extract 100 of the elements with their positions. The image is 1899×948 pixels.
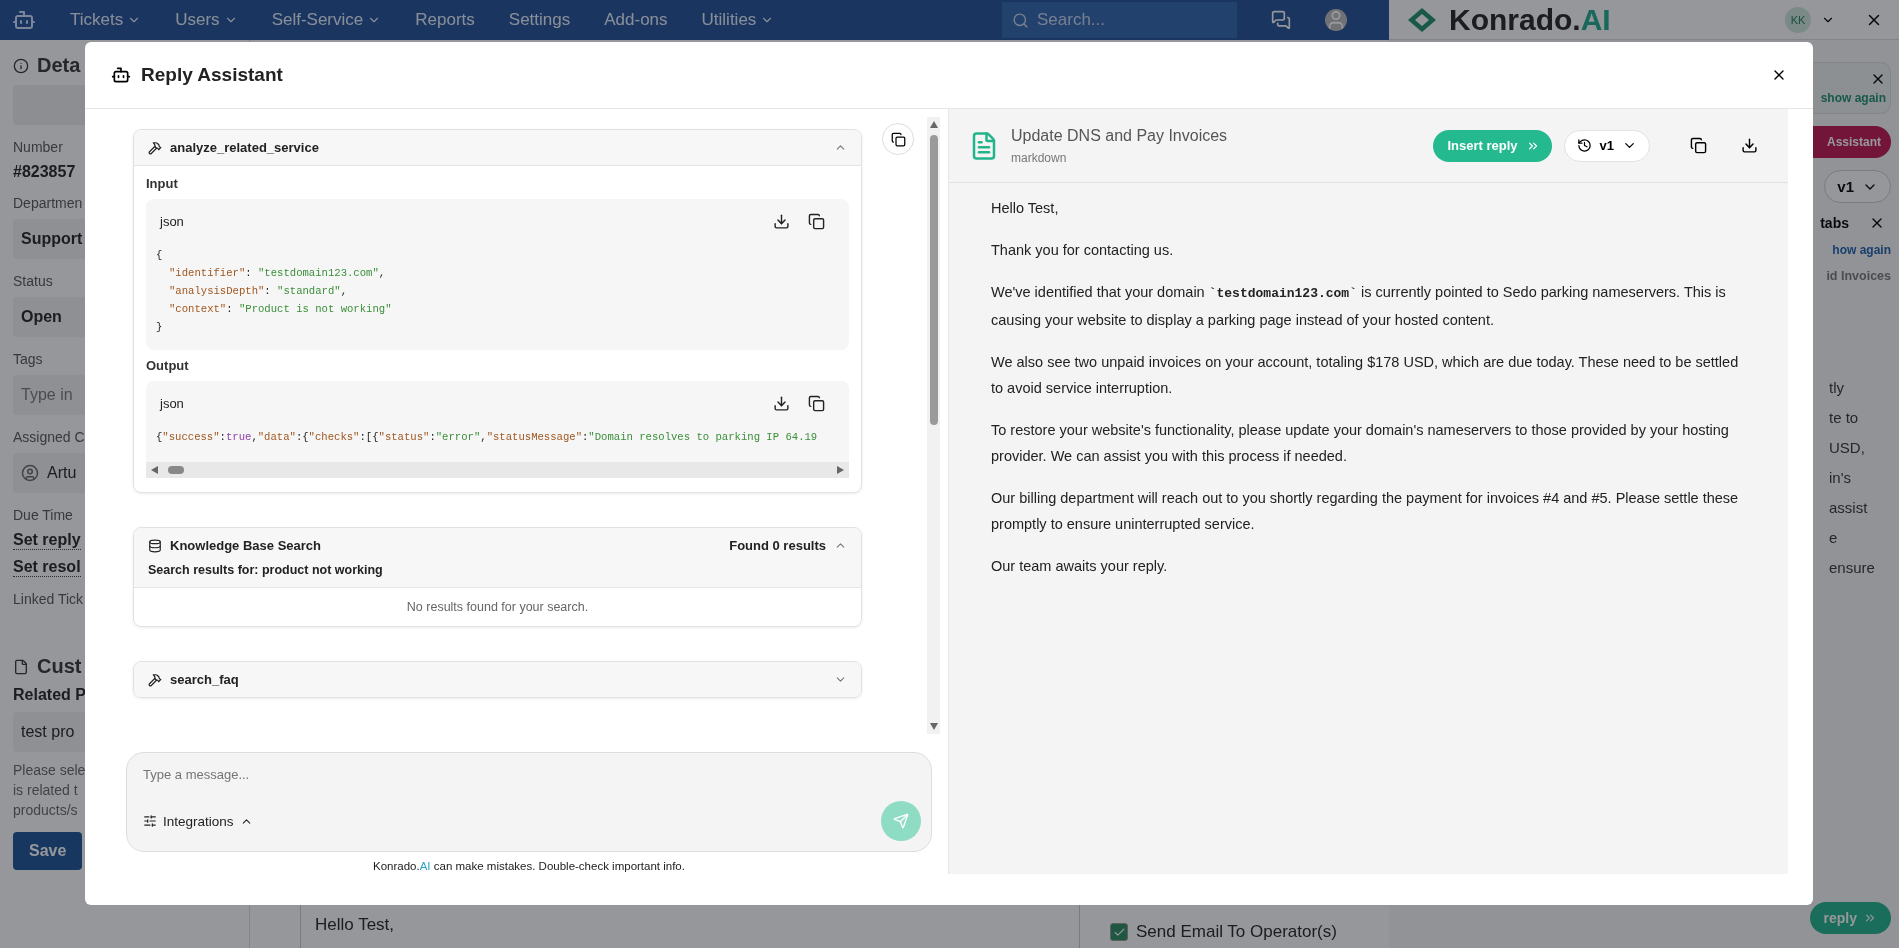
scroll-down-arrow-icon[interactable] (929, 722, 938, 731)
vertical-scrollbar[interactable] (927, 117, 940, 734)
reply-text-line: tly (1829, 378, 1844, 398)
reply-text-line: te to (1829, 408, 1859, 428)
user-avatar[interactable]: KK (1785, 6, 1811, 33)
search-icon (1012, 11, 1029, 29)
code-line: "context": "Product is not working" (169, 302, 392, 317)
nav-menu-item[interactable]: Self-Service (271, 10, 382, 30)
scroll-up-arrow-icon[interactable] (929, 120, 938, 129)
field-label: Tags (13, 351, 43, 367)
section-label: Output (146, 358, 189, 373)
integrations-button[interactable]: Integrations (143, 813, 253, 829)
code-line: { (156, 248, 163, 263)
message-input[interactable]: Type a message... (143, 767, 921, 782)
reply-text-line: USD, (1829, 438, 1865, 458)
copy-button[interactable] (882, 123, 914, 155)
reply-paragraph: Our team awaits your reply. (991, 557, 1169, 576)
card-title: Knowledge Base Search (170, 538, 321, 553)
nav-menu-item[interactable]: Tickets (70, 10, 142, 30)
nav-menu-item[interactable]: Users (175, 10, 238, 30)
history-icon (1576, 138, 1592, 153)
download-icon[interactable] (773, 395, 790, 412)
search-query: Search results for: product not working (134, 563, 861, 588)
sliders-icon (143, 814, 157, 828)
reply-button[interactable]: reply (1809, 902, 1891, 934)
code-line: {"success":true,"data":{"checks":[{"status":"error","statusMessage":"Domain resolves to parking IP 64.19 (156, 430, 818, 445)
field-label: Departmen (13, 195, 83, 211)
scroll-left-arrow-icon[interactable] (150, 465, 158, 475)
copy-icon (1690, 137, 1707, 154)
nav-menu-item[interactable]: Settings (508, 10, 571, 30)
download-icon (1741, 137, 1758, 154)
code-line: "analysisDepth": "standard", (169, 284, 347, 299)
copy-icon (890, 131, 906, 147)
show-again-link[interactable]: how again (1832, 243, 1891, 257)
double-chevron-right-icon (1863, 911, 1877, 925)
robot-icon (111, 65, 131, 85)
results-count: Found 0 results (729, 538, 826, 553)
send-icon (893, 813, 909, 829)
nav-menu-item[interactable]: Utilities (701, 10, 775, 30)
save-button[interactable]: Save (13, 832, 83, 870)
reply-paragraph: Thank you for contacting us. (991, 241, 1175, 260)
scrollbar-thumb[interactable] (168, 466, 184, 474)
insert-reply-button[interactable]: Insert reply (1433, 129, 1552, 162)
nav-menu-item[interactable]: Reports (415, 10, 475, 30)
code-language: json (160, 214, 184, 229)
code-line: "identifier": "testdomain123.com", (169, 266, 386, 281)
field-label: Due Time (13, 507, 73, 523)
document-format: markdown (1011, 150, 1067, 165)
reply-paragraph: Hello Test, (991, 199, 1060, 218)
nav-menu-item[interactable]: Add-ons (604, 10, 668, 30)
ticket-number: #823857 (13, 163, 76, 181)
field-label: Related P (13, 686, 86, 704)
reply-text-line: assist (1829, 498, 1868, 518)
send-email-checkbox[interactable]: Send Email To Operator(s) (1110, 922, 1337, 942)
disclaimer-text: Konrado.AI can make mistakes. Double-check important info. (373, 860, 685, 872)
search-field[interactable]: Search... (1002, 2, 1237, 38)
reply-paragraph: To restore your website's functionality, please update your domain's nameservers to those provided by your hosting provider. We can assist you with this process if needed. (991, 421, 1730, 466)
reply-text-line: e (1829, 528, 1838, 548)
version-dropdown[interactable]: v1 (1563, 129, 1650, 162)
chat-icon[interactable] (1271, 10, 1291, 30)
hammer-icon (148, 140, 162, 155)
tab[interactable]: id Invoices (1826, 269, 1891, 283)
reply-text-line: ensure (1829, 558, 1875, 578)
card-title: analyze_related_service (170, 140, 319, 155)
section-title: Deta (37, 54, 81, 77)
code-line: } (156, 320, 163, 335)
user-icon (21, 464, 39, 482)
download-icon[interactable] (773, 213, 790, 230)
due-time-link[interactable]: Set resol (13, 558, 81, 577)
brand-name: Konrado.AI (1449, 2, 1611, 37)
section-title: Cust (37, 655, 82, 678)
horizontal-scrollbar[interactable] (146, 462, 849, 478)
info-icon (13, 57, 29, 74)
empty-message: No results found for your search. (405, 599, 590, 616)
help-text: Please sele is related t products/s (13, 761, 86, 820)
reply-text-line: in's (1829, 468, 1852, 488)
hammer-icon (148, 672, 162, 687)
section-label: Input (146, 176, 178, 191)
reply-paragraph: Our billing department will reach out to you shortly regarding the payment for invoices #4 and #5. Please settle these promptly to ensure uninterrupted service. (991, 489, 1740, 534)
reply-paragraph: We've identified that your domain `testdomain123.com` is currently pointed to Sedo parking nameservers. This is causing your website to display a parking page instead of your hosted content. (991, 283, 1727, 330)
scroll-right-arrow-icon[interactable] (837, 465, 845, 475)
reply-paragraph: We also see two unpaid invoices on your account, totaling $178 USD, which are due today. These need to be settled to avoid service interruption. (991, 353, 1740, 398)
dialog-title: Reply Assistant (141, 64, 283, 86)
copy-icon[interactable] (808, 213, 825, 230)
field-label: Number (13, 139, 63, 155)
field-label: Status (13, 273, 53, 289)
due-time-link[interactable]: Set reply (13, 531, 81, 550)
field-label: Assigned C (13, 429, 85, 445)
database-icon (148, 538, 162, 553)
copy-icon[interactable] (808, 395, 825, 412)
code-language: json (160, 396, 184, 411)
document-title: Update DNS and Pay Invoices (1011, 126, 1228, 145)
card-title: search_faq (170, 672, 239, 687)
field-label: Linked Tick (13, 591, 84, 607)
show-again-link[interactable]: show again (1820, 91, 1886, 105)
notice-text: tabs (1820, 215, 1849, 231)
user-avatar-icon[interactable] (1325, 9, 1347, 31)
version-dropdown[interactable]: v1 (1824, 170, 1891, 203)
robot-logo-icon[interactable] (12, 8, 36, 32)
document-icon (13, 658, 29, 675)
